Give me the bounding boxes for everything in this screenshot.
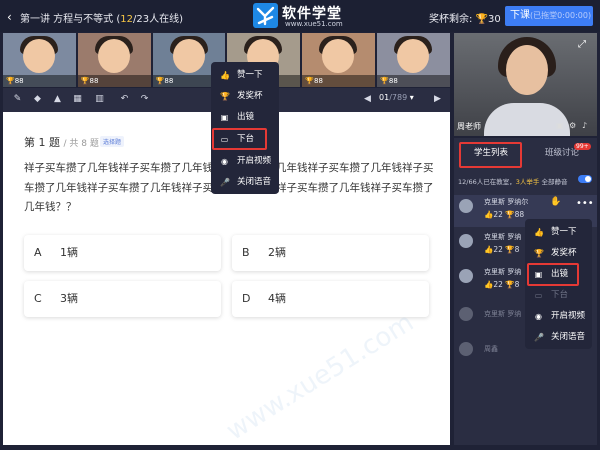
- menu-item-award-cup[interactable]: 🏆 发奖杯: [525, 243, 592, 264]
- trophy-icon: 🏆: [475, 14, 489, 25]
- thumbs-up-icon: 👍: [220, 71, 230, 80]
- trophy-icon: 🏆: [505, 280, 515, 289]
- mic-icon: 🎤: [534, 333, 544, 342]
- next-page-icon[interactable]: ▶: [431, 93, 444, 106]
- menu-item-award-cup[interactable]: 🏆 发奖杯: [211, 86, 279, 107]
- mic-icon[interactable]: ♪: [582, 121, 587, 130]
- live-classroom-app: ‹ 第一讲 方程与不等式 (12/23人在线) 软件学堂 www.xue51.c…: [0, 0, 600, 450]
- menu-item-close-voice[interactable]: 🎤 关闭语音: [211, 172, 279, 193]
- back-chevron-icon[interactable]: ‹: [7, 10, 12, 24]
- online-status: 12/66人已在教室，3人举手 全部静音: [458, 178, 568, 186]
- camera-icon[interactable]: ▣: [556, 121, 564, 130]
- student-video-tile[interactable]: 🏆88: [3, 33, 76, 87]
- menu-item-off-stage[interactable]: ▭ 下台: [525, 285, 592, 306]
- more-options-icon[interactable]: •••: [576, 198, 594, 209]
- end-class-button[interactable]: 下课(已拖堂0:00:00): [505, 6, 593, 26]
- menu-item-close-voice[interactable]: 🎤 关闭语音: [525, 327, 592, 348]
- trophy-icon: 🏆: [80, 77, 90, 85]
- prev-page-icon[interactable]: ◀: [361, 93, 374, 106]
- mute-all-toggle[interactable]: [578, 175, 592, 183]
- student-video-tile[interactable]: 🏆88: [302, 33, 376, 87]
- fullscreen-icon[interactable]: ⤢: [578, 39, 586, 50]
- menu-item-open-video[interactable]: ◉ 开启视频: [211, 151, 279, 172]
- question-header: 第 1 题 / 共 8 题: [24, 136, 99, 149]
- raise-hand-icon: ✋: [550, 197, 562, 207]
- thumbs-up-icon: 👍: [484, 280, 494, 289]
- highlight-off-stage: [212, 128, 267, 150]
- discussion-badge: 99+: [574, 143, 591, 150]
- highlight-on-camera: [527, 263, 579, 286]
- avatar: [459, 199, 473, 213]
- trophy-icon: 🏆: [6, 77, 15, 85]
- top-bar: ‹ 第一讲 方程与不等式 (12/23人在线) 软件学堂 www.xue51.c…: [0, 0, 600, 32]
- thumbs-up-icon: 👍: [484, 245, 494, 254]
- menu-item-open-video[interactable]: ◉ 开启视频: [525, 306, 592, 327]
- avatar: [459, 342, 473, 356]
- trophy-icon: 🏆: [380, 77, 389, 85]
- trophy-icon: 🏆: [220, 92, 230, 101]
- teacher-name: 周老师: [457, 122, 481, 131]
- student-video-tile[interactable]: 🏆88: [77, 33, 151, 87]
- trophy-icon: 🏆: [505, 245, 515, 254]
- chart-icon[interactable]: ▥: [93, 93, 106, 106]
- video-icon: ◉: [221, 157, 228, 166]
- menu-item-like[interactable]: 👍 赞一下: [525, 222, 592, 243]
- question-type-tag: 选择题: [100, 136, 125, 147]
- thumbs-up-icon: 👍: [484, 210, 494, 219]
- highlight-student-list-tab: [459, 142, 522, 168]
- avatar: [459, 234, 473, 248]
- avatar: [459, 269, 473, 283]
- mic-icon: 🎤: [220, 178, 230, 187]
- pen-icon[interactable]: ✎: [11, 93, 24, 106]
- video-icon: ◉: [535, 312, 542, 321]
- option-a[interactable]: A 1辆: [24, 235, 221, 271]
- stage-down-icon: ▭: [534, 291, 543, 300]
- site-url: www.xue51.com: [285, 20, 343, 28]
- watermark: www.xue51.com: [221, 307, 420, 447]
- student-video-tile[interactable]: 🏆88: [377, 33, 450, 87]
- teacher-video[interactable]: ⤢ 周老师 ▣ ⚙ ♪: [454, 33, 597, 136]
- camera-on-icon: ▣: [220, 113, 229, 122]
- page-selector[interactable]: 01/789 ▾: [379, 93, 414, 102]
- undo-icon[interactable]: ↶: [118, 93, 131, 106]
- redo-icon[interactable]: ↷: [138, 93, 151, 106]
- stamp-icon[interactable]: ▲: [51, 93, 64, 106]
- thumbs-up-icon: 👍: [534, 228, 544, 237]
- trophy-icon: 🏆: [505, 210, 515, 219]
- option-b[interactable]: B 2辆: [232, 235, 429, 271]
- trophy-icon: 🏆: [305, 77, 315, 85]
- menu-item-like[interactable]: 👍 赞一下: [211, 65, 279, 86]
- grid-icon[interactable]: ▦: [71, 93, 84, 106]
- site-logo-icon: [253, 3, 278, 28]
- eraser-icon[interactable]: ◆: [31, 93, 44, 106]
- menu-item-on-camera[interactable]: ▣ 出镜: [211, 107, 279, 128]
- avatar: [459, 307, 473, 321]
- trophy-icon: 🏆: [534, 249, 544, 258]
- settings-icon[interactable]: ⚙: [569, 121, 576, 130]
- option-c[interactable]: C 3辆: [24, 281, 221, 317]
- lesson-title: 第一讲 方程与不等式 (12/23人在线): [20, 14, 183, 25]
- cups-remaining: 奖杯剩余: 🏆30: [429, 14, 501, 25]
